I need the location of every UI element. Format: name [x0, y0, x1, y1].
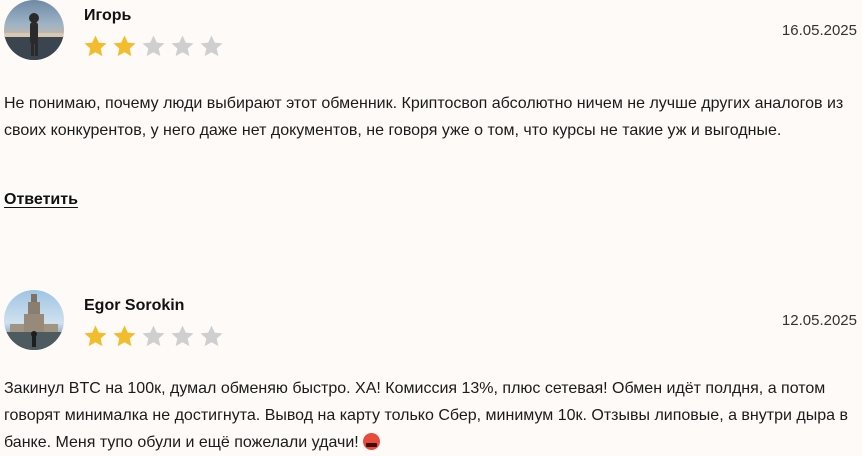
- star-rating: [82, 33, 225, 60]
- star-filled-icon: [113, 35, 136, 57]
- star-empty-icon: [142, 35, 165, 57]
- author-name: Игорь: [84, 7, 132, 24]
- avatar-image: [4, 294, 64, 350]
- review-text-body: Закинул BTC на 100к, думал обменяю быстр…: [4, 380, 848, 451]
- star-filled-icon: [113, 325, 136, 347]
- avatar: [4, 0, 64, 60]
- avatar: [4, 290, 64, 350]
- star-filled-icon: [84, 325, 107, 347]
- star-empty-icon: [142, 325, 165, 347]
- star-empty-icon: [171, 325, 194, 347]
- reply-link[interactable]: Ответить: [4, 191, 78, 209]
- star-empty-icon: [200, 325, 223, 347]
- review-text: Закинул BTC на 100к, думал обменяю быстр…: [4, 375, 856, 456]
- review-text: Не понимаю, почему люди выбирают этот об…: [4, 95, 844, 139]
- review-date: 12.05.2025: [781, 312, 857, 329]
- avatar-image: [4, 13, 64, 60]
- review-date: 16.05.2025: [781, 22, 857, 39]
- star-empty-icon: [171, 35, 194, 57]
- star-rating: [82, 323, 225, 350]
- star-empty-icon: [200, 35, 223, 57]
- star-filled-icon: [84, 35, 107, 57]
- angry-face-emoji-icon: [362, 433, 380, 450]
- author-name: Egor Sorokin: [84, 297, 185, 314]
